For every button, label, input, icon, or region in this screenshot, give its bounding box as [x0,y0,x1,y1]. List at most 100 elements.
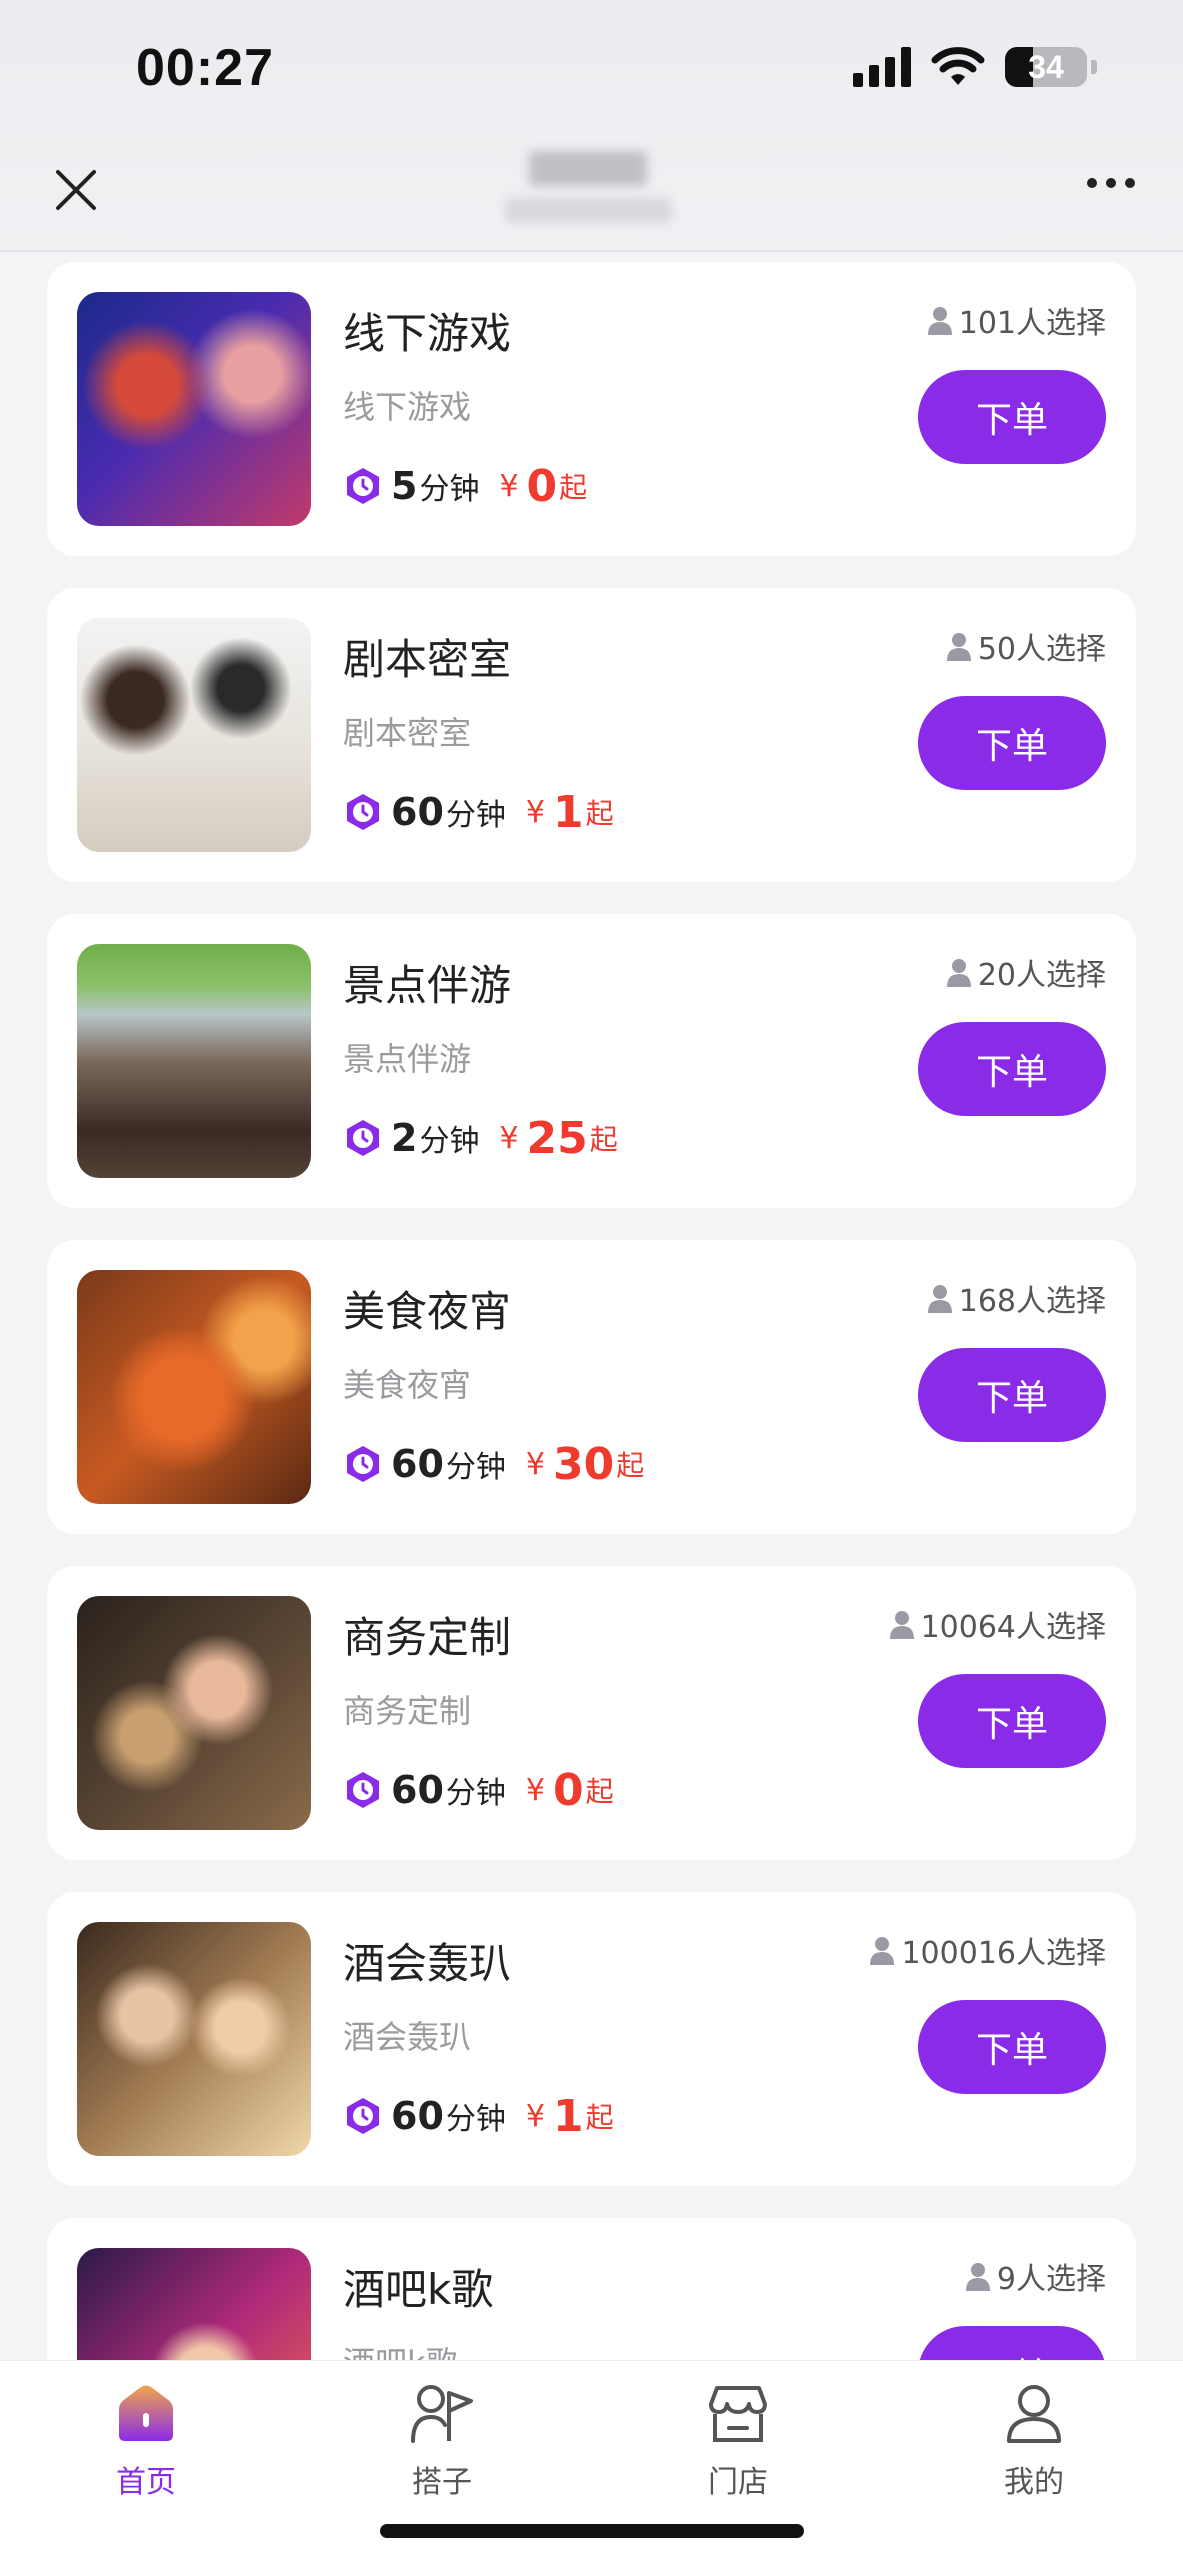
person-icon [965,2263,990,2291]
chosen-text: 50人选择 [977,632,1106,667]
tab-home[interactable]: 首页 [56,2381,236,2501]
order-button[interactable]: 下单 [918,1348,1106,1442]
duration-unit: 分钟 [445,1776,506,1811]
signal-icon [853,47,911,87]
top-bar: 00:27 34 [0,0,1183,252]
price-suffix: 起 [585,2101,614,2134]
service-meta: 60 分钟 ¥1 起 [343,784,614,840]
price-value: 1 [552,2090,584,2142]
price-suffix: 起 [585,797,614,830]
service-subtitle: 景点伴游 [343,1040,472,1078]
clock-icon [347,794,379,830]
duration-value: 2 [391,1116,418,1160]
currency-symbol: ¥ [525,1446,545,1482]
chosen-count: 100016人选择 [869,1928,1106,1972]
price-value: 0 [552,1764,584,1816]
duration-unit: 分钟 [419,1124,480,1159]
service-subtitle: 线下游戏 [343,388,472,426]
service-meta: 60 分钟 ¥1 起 [343,2088,614,2144]
duration-value: 5 [391,464,418,508]
price-suffix: 起 [616,1449,645,1482]
order-button[interactable]: 下单 [918,370,1106,464]
order-button[interactable]: 下单 [918,1674,1106,1768]
home-indicator [380,2524,804,2538]
more-button[interactable] [1087,178,1135,188]
service-thumbnail [77,2248,311,2360]
service-meta: 60 分钟 ¥0 起 [343,1762,614,1818]
duration-unit: 分钟 [419,472,480,507]
service-title: 美食夜宵 [343,1287,512,1336]
person-icon [927,1285,952,1313]
status-icons: 34 [853,44,1097,90]
person-icon [946,633,971,661]
battery-level: 34 [1028,48,1064,85]
service-subtitle: 剧本密室 [343,714,472,752]
service-title: 景点伴游 [343,961,512,1010]
duration-value: 60 [391,790,444,834]
service-thumbnail [77,618,311,852]
service-card[interactable]: 商务定制 商务定制 60 分钟 ¥0 起 10064人选择 下单 [47,1566,1136,1860]
wifi-icon [931,47,985,85]
partner-icon [409,2381,475,2447]
clock-icon [347,1120,379,1156]
chosen-count: 10064人选择 [889,1602,1106,1646]
person-icon [870,1937,895,1965]
order-button[interactable]: 下单 [918,2000,1106,2094]
service-title: 商务定制 [343,1613,512,1662]
currency-symbol: ¥ [525,2098,545,2134]
service-meta: 60 分钟 ¥30 起 [343,1436,644,1492]
clock-icon [347,1772,379,1808]
person-icon [889,1611,914,1639]
price-value: 0 [526,460,558,512]
order-button[interactable]: 下单 [918,1022,1106,1116]
person-icon [946,959,971,987]
service-subtitle: 酒吧k歌 [343,2338,458,2360]
price-value: 25 [526,1112,588,1164]
tab-label: 搭子 [412,2465,472,2500]
service-card[interactable]: 酒吧k歌酒吧k歌9人选择下单 [47,2218,1136,2360]
tab-partner[interactable]: 搭子 [352,2381,532,2501]
chosen-text: 101人选择 [958,306,1106,341]
order-button[interactable]: 下单 [918,696,1106,790]
currency-symbol: ¥ [525,794,545,830]
service-title: 剧本密室 [343,635,512,684]
clock-icon [347,468,379,504]
duration-value: 60 [391,2094,444,2138]
service-card[interactable]: 酒会轰玐 酒会轰玐 60 分钟 ¥1 起 100016人选择 下单 [47,1892,1136,2186]
chosen-count: 20人选择 [946,950,1106,994]
service-thumbnail [77,1270,311,1504]
close-icon [56,170,96,210]
service-meta: 5 分钟 ¥0 起 [343,458,587,514]
service-thumbnail [77,292,311,526]
service-card[interactable]: 美食夜宵 美食夜宵 60 分钟 ¥30 起 168人选择 下单 [47,1240,1136,1534]
service-list: 线下游戏 线下游戏 5 分钟 ¥0 起 101人选择 下单 剧本密室 剧本密室 60 分钟 ¥1 起 50人… [47,262,1136,2360]
currency-symbol: ¥ [499,468,519,504]
price-suffix: 起 [559,471,588,504]
service-card[interactable]: 景点伴游 景点伴游 2 分钟 ¥25 起 20人选择 下单 [47,914,1136,1208]
tab-label: 我的 [1004,2465,1064,2500]
duration-unit: 分钟 [445,1450,506,1485]
service-title: 酒吧k歌 [343,2265,494,2314]
tab-store[interactable]: 门店 [648,2381,828,2501]
clock-icon [347,1446,379,1482]
tab-profile[interactable]: 我的 [944,2381,1124,2501]
service-subtitle: 商务定制 [343,1692,472,1730]
chosen-text: 20人选择 [977,958,1106,993]
chosen-count: 168人选择 [927,1276,1106,1320]
duration-value: 60 [391,1442,444,1486]
service-title: 酒会轰玐 [343,1939,512,1988]
currency-symbol: ¥ [499,1120,519,1156]
service-subtitle: 美食夜宵 [343,1366,472,1404]
tab-label: 门店 [708,2465,768,2500]
service-subtitle: 酒会轰玐 [343,2018,472,2056]
home-icon [113,2381,179,2447]
service-card[interactable]: 剧本密室 剧本密室 60 分钟 ¥1 起 50人选择 下单 [47,588,1136,882]
close-button[interactable] [46,160,106,220]
chosen-text: 168人选择 [958,1284,1106,1319]
battery-icon: 34 [1005,47,1087,87]
store-icon [705,2381,771,2447]
order-button[interactable]: 下单 [918,2326,1106,2360]
service-card[interactable]: 线下游戏 线下游戏 5 分钟 ¥0 起 101人选择 下单 [47,262,1136,556]
service-thumbnail [77,1596,311,1830]
price-value: 30 [552,1438,615,1490]
